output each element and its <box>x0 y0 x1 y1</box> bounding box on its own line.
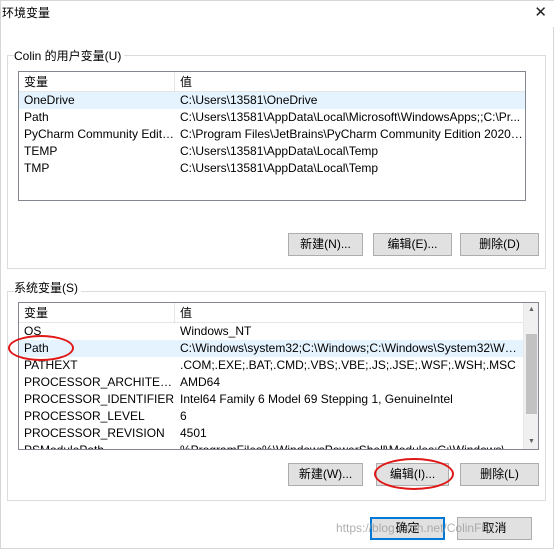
table-row[interactable]: PROCESSOR_REVISION 4501 <box>19 425 538 442</box>
variable-value-cell: C:\Users\13581\OneDrive <box>180 93 318 107</box>
environment-variables-dialog: 环境变量 ✕ Colin 的用户变量(U) 变量 值 OneDrive C:\Us… <box>0 0 554 549</box>
variable-value-cell: C:\Users\13581\AppData\Local\Microsoft\W… <box>180 110 521 124</box>
variable-value-cell: 4501 <box>180 426 207 440</box>
column-header-value[interactable]: 值 <box>175 303 192 323</box>
table-row[interactable]: TMP C:\Users\13581\AppData\Local\Temp <box>19 160 525 177</box>
watermark-text: https://blog.csdn.net/ColinFhz <box>336 521 495 535</box>
variable-name-cell: Path <box>24 110 49 124</box>
variable-name-cell: TMP <box>24 161 50 175</box>
variable-value-cell: AMD64 <box>180 375 221 389</box>
table-row[interactable]: PSModulePath %ProgramFiles%\WindowsPowerS… <box>19 442 538 450</box>
system-new-button[interactable]: 新建(W)... <box>288 463 363 486</box>
system-vars-label: 系统变量(S) <box>14 279 81 296</box>
variable-name-cell: OS <box>24 324 42 338</box>
table-row[interactable]: PROCESSOR_IDENTIFIER Intel64 Family 6 Mod… <box>19 391 538 408</box>
scroll-thumb[interactable] <box>526 334 537 414</box>
table-row[interactable]: OneDrive C:\Users\13581\OneDrive <box>19 92 525 109</box>
variable-value-cell: C:\Windows\system32;C:\Windows;C:\Window… <box>180 341 519 355</box>
table-row[interactable]: PyCharm Community Edition C:\Program File… <box>19 126 525 143</box>
user-vars-list[interactable]: 变量 值 OneDrive C:\Users\13581\OneDrive Path… <box>18 71 526 201</box>
variable-value-cell: %ProgramFiles%\WindowsPowerShell\Modules… <box>180 443 515 450</box>
window-title: 环境变量 <box>2 6 51 20</box>
user-vars-header: 变量 值 <box>19 72 525 92</box>
variable-value-cell: C:\Users\13581\AppData\Local\Temp <box>180 144 379 158</box>
user-delete-button[interactable]: 删除(D) <box>460 233 539 256</box>
variable-name-cell: PROCESSOR_IDENTIFIER <box>24 392 175 406</box>
table-row[interactable]: PATHEXT .COM;.EXE;.BAT;.CMD;.VBS;.VBE;.JS… <box>19 357 538 374</box>
variable-name-cell: OneDrive <box>24 93 75 107</box>
scroll-down-icon[interactable]: ▼ <box>524 435 538 449</box>
table-row[interactable]: PROCESSOR_LEVEL 6 <box>19 408 538 425</box>
close-icon[interactable]: ✕ <box>534 5 547 20</box>
variable-name-cell: PROCESSOR_REVISION <box>24 426 165 440</box>
variable-value-cell: 6 <box>180 409 187 423</box>
table-row[interactable]: Path C:\Windows\system32;C:\Windows;C:\Wi… <box>19 340 538 357</box>
table-row[interactable]: OS Windows_NT <box>19 323 538 340</box>
table-row[interactable]: Path C:\Users\13581\AppData\Local\Microso… <box>19 109 525 126</box>
variable-name-cell: PyCharm Community Edition <box>24 127 175 141</box>
variable-name-cell: PSModulePath <box>24 443 105 450</box>
column-header-value[interactable]: 值 <box>175 72 192 92</box>
system-delete-button[interactable]: 删除(L) <box>460 463 539 486</box>
variable-value-cell: Windows_NT <box>180 324 252 338</box>
system-vars-list[interactable]: 变量 值 OS Windows_NT Path C:\Windows\system32… <box>18 302 539 450</box>
variable-value-cell: C:\Program Files\JetBrains\PyCharm Commu… <box>180 127 525 141</box>
column-header-variable[interactable]: 变量 <box>19 303 175 323</box>
table-row[interactable]: PROCESSOR_ARCHITECTURE AMD64 <box>19 374 538 391</box>
title-bar: 环境变量 ✕ <box>1 1 554 27</box>
user-edit-button[interactable]: 编辑(E)... <box>373 233 452 256</box>
user-new-button[interactable]: 新建(N)... <box>288 233 363 256</box>
variable-name-cell: Path <box>24 341 49 355</box>
system-edit-button[interactable]: 编辑(I)... <box>376 463 449 486</box>
scroll-up-icon[interactable]: ▲ <box>524 303 538 317</box>
variable-value-cell: .COM;.EXE;.BAT;.CMD;.VBS;.VBE;.JS;.JSE;.… <box>180 358 516 372</box>
variable-name-cell: PROCESSOR_LEVEL <box>24 409 145 423</box>
user-vars-label: Colin 的用户变量(U) <box>14 47 125 64</box>
column-header-variable[interactable]: 变量 <box>19 72 175 92</box>
variable-name-cell: PATHEXT <box>24 358 78 372</box>
table-row[interactable]: TEMP C:\Users\13581\AppData\Local\Temp <box>19 143 525 160</box>
variable-value-cell: Intel64 Family 6 Model 69 Stepping 1, Ge… <box>180 392 453 406</box>
variable-name-cell: PROCESSOR_ARCHITECTURE <box>24 375 175 389</box>
variable-name-cell: TEMP <box>24 144 58 158</box>
system-vars-header: 变量 值 <box>19 303 538 323</box>
variable-value-cell: C:\Users\13581\AppData\Local\Temp <box>180 161 379 175</box>
system-vars-scrollbar[interactable]: ▲ ▼ <box>523 303 538 449</box>
